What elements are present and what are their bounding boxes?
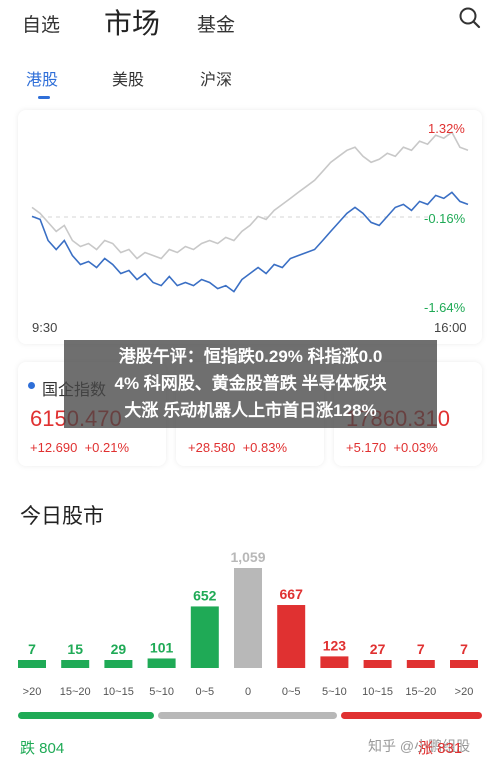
y-label-mid: -0.16%: [424, 211, 466, 226]
bar-8: [363, 660, 392, 668]
intraday-chart: [31, 131, 469, 293]
category-label: 15~20: [60, 686, 91, 698]
category-label: 15~20: [405, 686, 436, 698]
category-label: >20: [23, 686, 42, 698]
tab-hk-stocks[interactable]: 港股: [26, 66, 58, 90]
rise-count: 涨 831: [418, 740, 463, 757]
headline-line-2: 4% 科网股、黄金股普跌 半导体板块: [114, 374, 387, 393]
bar-0: [18, 660, 46, 668]
search-icon[interactable]: [458, 6, 482, 30]
bar-1: [61, 660, 90, 668]
category-label: 10~15: [103, 686, 134, 698]
y-label-low: -1.64%: [424, 300, 466, 315]
distribution-chart[interactable]: 7 >20 15 15~20 29 10~15 101 5~10 652 0~5 1,059 0 667…: [0, 540, 500, 700]
bar-value-label: 652: [193, 587, 217, 603]
bar-5: [234, 568, 262, 668]
bar-value-label: 667: [280, 586, 304, 602]
category-label: 10~15: [362, 686, 393, 698]
rise-breadth-bar: [341, 712, 482, 719]
bar-value-label: 7: [28, 641, 36, 657]
bar-6: [277, 605, 306, 668]
tab-watchlist[interactable]: 自选: [22, 10, 60, 37]
bar-value-label: 1,059: [230, 549, 265, 565]
news-headline-overlay[interactable]: 港股午评：恒指跌0.29% 科指涨0.0 4% 科网股、黄金股普跌 半导体板块 …: [64, 340, 437, 428]
bar-10: [450, 660, 478, 668]
active-tab-indicator: [38, 96, 50, 99]
intraday-chart-card[interactable]: 1.32% -0.16% -1.64% 9:30 16:00: [18, 110, 482, 344]
category-label: 0: [245, 686, 251, 698]
bar-value-label: 7: [417, 641, 425, 657]
bar-4: [190, 606, 219, 668]
headline-line-1: 港股午评：恒指跌0.29% 科指涨0.0: [118, 347, 383, 366]
bar-value-label: 123: [323, 637, 347, 653]
headline-line-3: 大涨 乐动机器人上市首日涨128%: [124, 401, 377, 420]
category-label: 5~10: [322, 686, 347, 698]
market-tabs: 港股 美股 沪深: [0, 62, 500, 102]
tab-us-stocks[interactable]: 美股: [112, 66, 144, 90]
index-change: +5.170 +0.03%: [346, 440, 438, 455]
bar-value-label: 15: [67, 641, 83, 657]
bar-3: [147, 658, 176, 668]
index-change: +12.690 +0.21%: [30, 440, 130, 455]
category-label: >20: [455, 686, 474, 698]
x-label-open: 9:30: [32, 320, 58, 335]
y-label-high: 1.32%: [428, 121, 465, 136]
tab-market[interactable]: 市场: [104, 2, 160, 42]
tab-fund[interactable]: 基金: [197, 10, 235, 37]
tab-a-shares[interactable]: 沪深: [200, 66, 232, 90]
index-dot: [28, 382, 35, 389]
index-change: +28.580 +0.83%: [188, 440, 288, 455]
fall-count: 跌 804: [20, 740, 65, 757]
bar-2: [104, 660, 133, 668]
today-market-title: 今日股市: [20, 505, 104, 528]
fall-breadth-bar: [18, 712, 155, 719]
bar-value-label: 7: [460, 641, 468, 657]
category-label: 0~5: [195, 686, 214, 698]
category-label: 5~10: [149, 686, 174, 698]
bar-value-label: 29: [111, 641, 127, 657]
bar-value-label: 27: [370, 641, 386, 657]
top-nav: 自选 市场 基金: [0, 0, 500, 44]
bar-value-label: 101: [150, 639, 174, 655]
bar-7: [320, 656, 349, 668]
series-line-main: [31, 191, 469, 293]
flat-breadth-bar: [158, 712, 338, 719]
bar-9: [406, 660, 435, 668]
category-label: 0~5: [282, 686, 301, 698]
series-line-secondary: [31, 131, 469, 260]
x-label-close: 16:00: [434, 320, 467, 335]
